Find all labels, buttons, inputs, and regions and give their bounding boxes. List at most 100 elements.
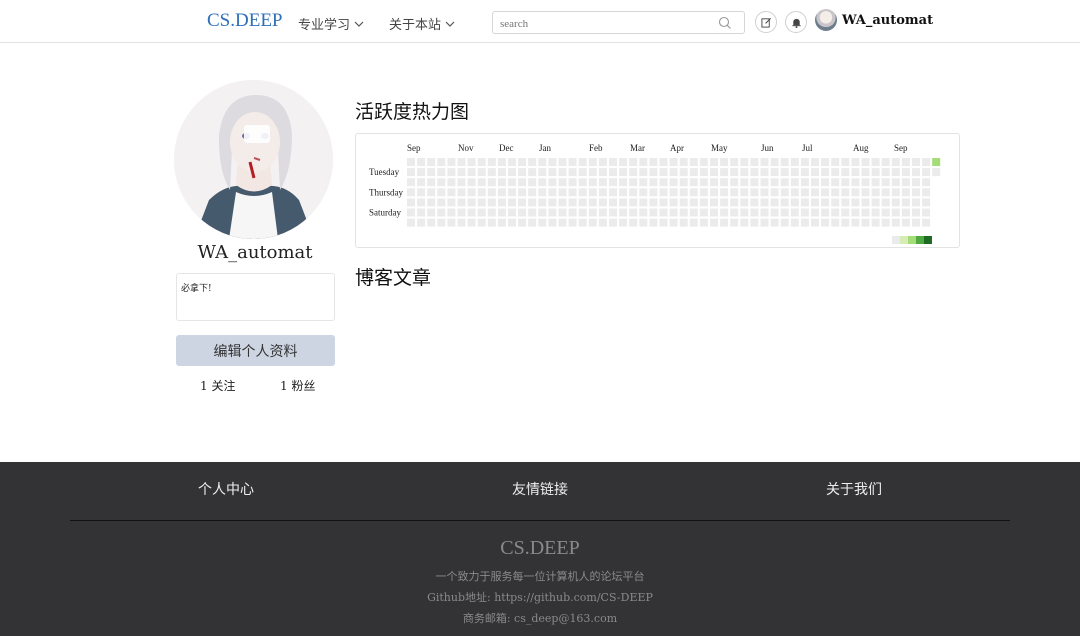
heatmap-cell[interactable] bbox=[669, 208, 678, 217]
heatmap-cell[interactable] bbox=[780, 168, 789, 177]
heatmap-cell[interactable] bbox=[659, 158, 668, 166]
heatmap-cell[interactable] bbox=[609, 168, 617, 177]
heatmap-cell[interactable] bbox=[821, 178, 830, 187]
heatmap-cell[interactable] bbox=[901, 158, 910, 166]
heatmap-cell[interactable] bbox=[487, 188, 496, 197]
heatmap-cell[interactable] bbox=[588, 188, 597, 197]
heatmap-cell[interactable] bbox=[891, 178, 900, 187]
heatmap-cell[interactable] bbox=[508, 198, 516, 207]
brand-logo[interactable]: CS.DEEP bbox=[207, 10, 283, 32]
heatmap-cell[interactable] bbox=[730, 158, 739, 166]
heatmap-cell[interactable] bbox=[689, 218, 698, 227]
heatmap-cell[interactable] bbox=[548, 198, 557, 207]
heatmap-cell[interactable] bbox=[790, 158, 799, 166]
heatmap-cell[interactable] bbox=[679, 198, 688, 207]
heatmap-cell[interactable] bbox=[518, 168, 527, 177]
heatmap-cell[interactable] bbox=[427, 168, 436, 177]
heatmap-cell[interactable] bbox=[689, 168, 698, 177]
heatmap-cell[interactable] bbox=[659, 218, 668, 227]
heatmap-cell[interactable] bbox=[659, 168, 668, 177]
heatmap-cell[interactable] bbox=[720, 158, 729, 166]
heatmap-cell[interactable] bbox=[548, 178, 557, 187]
heatmap-cell[interactable] bbox=[518, 198, 527, 207]
heatmap-cell[interactable] bbox=[831, 198, 840, 207]
heatmap-cell[interactable] bbox=[841, 198, 850, 207]
heatmap-cell[interactable] bbox=[538, 168, 547, 177]
heatmap-cell[interactable] bbox=[639, 158, 648, 166]
heatmap-cell[interactable] bbox=[447, 158, 456, 166]
heatmap-cell[interactable] bbox=[417, 208, 426, 217]
heatmap-cell[interactable] bbox=[497, 158, 506, 166]
heatmap-cell[interactable] bbox=[629, 198, 638, 207]
heatmap-cell[interactable] bbox=[811, 218, 819, 227]
heatmap-cell[interactable] bbox=[901, 208, 910, 217]
heatmap-cell[interactable] bbox=[578, 208, 587, 217]
heatmap-cell[interactable] bbox=[639, 188, 648, 197]
footer-link-about-us[interactable]: 关于我们 bbox=[826, 479, 882, 499]
heatmap-cell[interactable] bbox=[568, 178, 577, 187]
heatmap-cell[interactable] bbox=[740, 188, 749, 197]
heatmap-cell[interactable] bbox=[851, 208, 860, 217]
heatmap-cell[interactable] bbox=[689, 198, 698, 207]
heatmap-cell[interactable] bbox=[710, 218, 718, 227]
heatmap-cell[interactable] bbox=[487, 168, 496, 177]
heatmap-cell[interactable] bbox=[770, 158, 779, 166]
heatmap-cell[interactable] bbox=[730, 168, 739, 177]
heatmap-cell[interactable] bbox=[861, 178, 870, 187]
heatmap-cell[interactable] bbox=[750, 218, 759, 227]
heatmap-cell[interactable] bbox=[912, 218, 920, 227]
footer-email[interactable]: 商务邮箱: cs_deep@163.com bbox=[0, 610, 1080, 626]
heatmap-cell[interactable] bbox=[710, 158, 718, 166]
heatmap-cell[interactable] bbox=[528, 178, 537, 187]
heatmap-cell[interactable] bbox=[699, 178, 708, 187]
heatmap-cell[interactable] bbox=[457, 168, 466, 177]
heatmap-cell[interactable] bbox=[487, 208, 496, 217]
heatmap-cell[interactable] bbox=[800, 168, 809, 177]
heatmap-cell[interactable] bbox=[497, 208, 506, 217]
heatmap-cell[interactable] bbox=[619, 168, 628, 177]
heatmap-cell[interactable] bbox=[811, 188, 819, 197]
heatmap-cell[interactable] bbox=[912, 198, 920, 207]
heatmap-cell[interactable] bbox=[427, 208, 436, 217]
heatmap-cell[interactable] bbox=[598, 188, 607, 197]
heatmap-cell[interactable] bbox=[861, 168, 870, 177]
search-input[interactable] bbox=[493, 13, 713, 35]
heatmap-cell[interactable] bbox=[619, 208, 628, 217]
heatmap-cell[interactable] bbox=[417, 168, 426, 177]
heatmap-cell[interactable] bbox=[730, 198, 739, 207]
heatmap-cell[interactable] bbox=[689, 188, 698, 197]
heatmap-cell[interactable] bbox=[851, 178, 860, 187]
heatmap-cell[interactable] bbox=[811, 158, 819, 166]
footer-github[interactable]: Github地址: https://github.com/CS-DEEP bbox=[0, 589, 1080, 605]
heatmap-cell[interactable] bbox=[518, 178, 527, 187]
heatmap-cell[interactable] bbox=[800, 158, 809, 166]
heatmap-cell[interactable] bbox=[427, 188, 436, 197]
search-icon[interactable] bbox=[718, 16, 732, 30]
heatmap-cell[interactable] bbox=[467, 178, 476, 187]
heatmap-cell[interactable] bbox=[800, 198, 809, 207]
heatmap-cell[interactable] bbox=[901, 168, 910, 177]
heatmap-cell[interactable] bbox=[760, 168, 769, 177]
heatmap-cell[interactable] bbox=[598, 208, 607, 217]
heatmap-cell[interactable] bbox=[881, 168, 890, 177]
heatmap-cell[interactable] bbox=[922, 188, 931, 197]
heatmap-cell[interactable] bbox=[437, 168, 446, 177]
heatmap-cell[interactable] bbox=[639, 218, 648, 227]
heatmap-cell[interactable] bbox=[770, 218, 779, 227]
heatmap-cell[interactable] bbox=[901, 188, 910, 197]
heatmap-cell[interactable] bbox=[649, 198, 658, 207]
heatmap-cell[interactable] bbox=[548, 188, 557, 197]
heatmap-cell[interactable] bbox=[568, 188, 577, 197]
heatmap-cell[interactable] bbox=[447, 178, 456, 187]
heatmap-cell[interactable] bbox=[831, 208, 840, 217]
heatmap-cell[interactable] bbox=[508, 188, 516, 197]
heatmap-cell[interactable] bbox=[407, 188, 415, 197]
heatmap-cell[interactable] bbox=[800, 208, 809, 217]
heatmap-cell[interactable] bbox=[649, 188, 658, 197]
heatmap-cell[interactable] bbox=[790, 208, 799, 217]
heatmap-cell[interactable] bbox=[821, 168, 830, 177]
footer-link-friend-links[interactable]: 友情链接 bbox=[512, 479, 568, 499]
heatmap-cell[interactable] bbox=[891, 188, 900, 197]
heatmap-cell[interactable] bbox=[851, 198, 860, 207]
heatmap-cell[interactable] bbox=[447, 218, 456, 227]
